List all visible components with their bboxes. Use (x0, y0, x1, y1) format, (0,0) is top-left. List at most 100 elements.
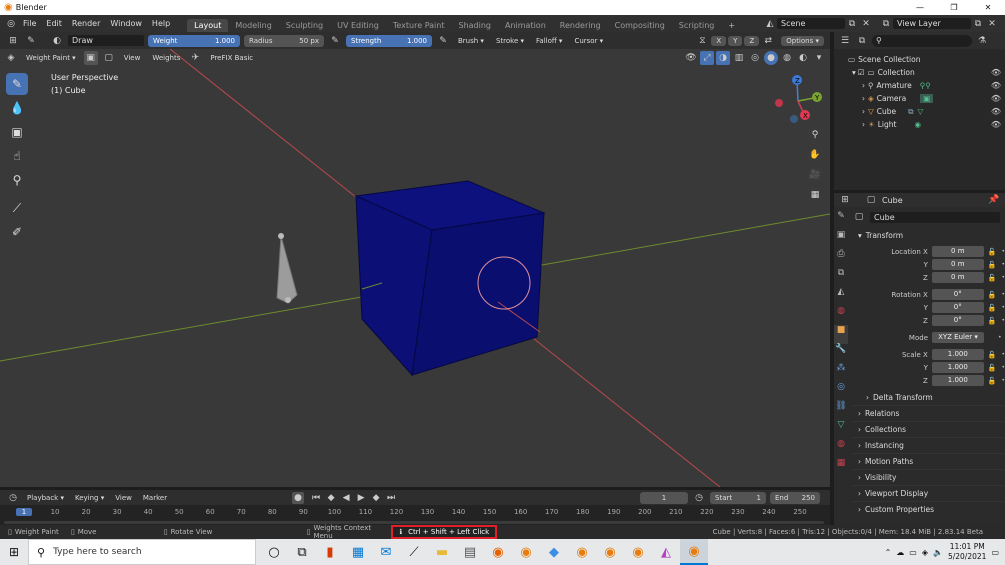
symmetry-x-toggle[interactable]: X (711, 35, 727, 46)
tab-rendering[interactable]: Rendering (553, 19, 608, 32)
lock-icon[interactable]: 🔓 (988, 304, 997, 312)
delta-transform-header[interactable]: › Delta Transform (852, 389, 1005, 405)
scene-collection-row[interactable]: ▭ Scene Collection (848, 53, 1005, 66)
menu-window[interactable]: Window (105, 19, 147, 28)
view-layer-name[interactable]: View Layer (893, 18, 971, 29)
keyframe-dot[interactable]: • (1001, 317, 1005, 324)
maximize-button[interactable]: ❐ (937, 3, 971, 12)
strength-pressure-icon[interactable]: ✎ (436, 34, 450, 48)
file-explorer-icon[interactable]: ▬ (428, 539, 456, 565)
blender-app-icon-4[interactable]: ◉ (624, 539, 652, 565)
scale-z-field[interactable]: 1.000 (931, 375, 984, 386)
gradient-tool-button[interactable]: ⟋ (6, 197, 28, 219)
symmetry-options-icon[interactable]: ⇄ (761, 34, 775, 48)
end-frame-field[interactable]: End 250 (770, 491, 820, 504)
eye-icon[interactable]: 👁 (991, 107, 1001, 116)
camera-view-icon[interactable]: 🎥 (807, 167, 823, 183)
tab-texture-paint[interactable]: Texture Paint (386, 19, 452, 32)
face-mask-icon[interactable]: ▣ (83, 50, 98, 65)
cube-right-face[interactable] (411, 212, 545, 376)
eye-icon[interactable]: 👁 (991, 81, 1001, 90)
custom-properties-panel-header[interactable]: › Custom Properties (852, 501, 1005, 517)
outliner-item-camera[interactable]: › ◈ Camera ▣ 👁 (848, 92, 1005, 105)
task-view-icon[interactable]: ⧉ (288, 539, 316, 565)
navigation-gizmo[interactable]: Z Y X (770, 71, 826, 127)
brush-tool-icon[interactable]: ✎ (24, 34, 38, 48)
blender-app-icon-3[interactable]: ◉ (596, 539, 624, 565)
expand-arrow-icon[interactable]: ▾ (852, 68, 856, 77)
prefix-basic-menu[interactable]: PreFIX Basic (206, 54, 257, 62)
texture-tab-icon[interactable]: ▦ (834, 458, 848, 477)
menu-render[interactable]: Render (67, 19, 105, 28)
mail-icon[interactable]: ✉ (372, 539, 400, 565)
blender-app-icon-2[interactable]: ◉ (568, 539, 596, 565)
blender-app-icon-1[interactable]: ◉ (512, 539, 540, 565)
scene-name[interactable]: Scene (777, 18, 845, 29)
taskbar-search-box[interactable]: ⚲ Type here to search (28, 539, 256, 565)
overlay-toggle-icon[interactable]: ◑ (716, 50, 730, 65)
falloff-menu[interactable]: Falloff ▾ (532, 37, 566, 45)
firefox-icon[interactable]: ◉ (484, 539, 512, 565)
keyframe-dot[interactable]: • (1001, 377, 1005, 384)
average-tool-button[interactable]: ▣ (6, 121, 28, 143)
editor-type-icon[interactable]: ⊞ (6, 34, 20, 48)
eye-icon[interactable]: 👁 (991, 120, 1001, 129)
armature-bone[interactable] (276, 235, 298, 304)
weights-menu[interactable]: Weights (148, 54, 184, 62)
menu-help[interactable]: Help (147, 19, 175, 28)
playhead-frame[interactable]: 1 (16, 508, 32, 516)
collections-panel-header[interactable]: › Collections (852, 421, 1005, 437)
tab-animation[interactable]: Animation (498, 19, 553, 32)
cursor-menu[interactable]: Cursor ▾ (570, 37, 607, 45)
material-shading-icon[interactable]: ◍ (780, 51, 794, 65)
brush-menu[interactable]: Brush ▾ (454, 37, 488, 45)
jump-start-icon[interactable]: ⏮ (309, 491, 323, 505)
radius-field[interactable]: Radius 50 px (244, 34, 324, 47)
expand-arrow-icon[interactable]: › (862, 94, 865, 103)
play-icon[interactable]: ▶ (354, 491, 368, 505)
tab-uv-editing[interactable]: UV Editing (330, 19, 386, 32)
delete-scene-icon[interactable]: ✕ (859, 17, 873, 31)
playback-menu[interactable]: Playback ▾ (23, 494, 68, 502)
eye-icon[interactable]: 👁 (991, 68, 1001, 77)
world-tab-icon[interactable]: ◍ (834, 306, 848, 325)
affinity-icon[interactable]: ◭ (652, 539, 680, 565)
solid-shading-icon[interactable]: ● (764, 50, 778, 65)
calculator-icon[interactable]: ▤ (456, 539, 484, 565)
play-reverse-icon[interactable]: ◀ (339, 491, 353, 505)
inkscape-icon[interactable]: ⟋ (400, 539, 428, 565)
visibility-icon[interactable]: 👁 (684, 51, 698, 65)
blender-menu-icon[interactable]: ◎ (4, 17, 18, 31)
keyframe-dot[interactable]: • (998, 334, 1002, 341)
outliner-editor-icon[interactable]: ☰ (838, 34, 852, 48)
location-z-field[interactable]: 0 m (931, 272, 984, 283)
vertex-mask-icon[interactable]: ▢ (102, 51, 116, 65)
brush-name-field[interactable]: Draw (68, 35, 144, 46)
menu-edit[interactable]: Edit (41, 19, 67, 28)
keyframe-dot[interactable]: • (1001, 364, 1005, 371)
outliner-item-armature[interactable]: › ⚲ Armature ⚲⚲ 👁 (848, 79, 1005, 92)
minimize-button[interactable]: — (903, 3, 937, 12)
display-mode-icon[interactable]: ⧉ (855, 34, 869, 48)
keying-menu[interactable]: Keying ▾ (71, 494, 108, 502)
tab-compositing[interactable]: Compositing (608, 19, 672, 32)
scale-y-field[interactable]: 1.000 (931, 362, 984, 373)
object-tab-icon[interactable]: ■ (834, 325, 848, 344)
stopwatch-icon[interactable]: ◷ (692, 491, 706, 505)
output-tab-icon[interactable]: ⎙ (834, 249, 848, 268)
lock-icon[interactable]: 🔓 (988, 317, 997, 325)
data-tab-icon[interactable]: ▽ (834, 420, 848, 439)
record-icon[interactable]: ● (292, 491, 305, 504)
visibility-panel-header[interactable]: › Visibility (852, 469, 1005, 485)
keyframe-dot[interactable]: • (1001, 248, 1005, 255)
office-icon[interactable]: ▮ (316, 539, 344, 565)
mode-selector[interactable]: Weight Paint ▾ (22, 54, 80, 62)
rotation-y-field[interactable]: 0° (931, 302, 984, 313)
brush-preview-icon[interactable]: ◐ (50, 34, 64, 48)
timeline-view-menu[interactable]: View (111, 494, 136, 502)
current-frame-field[interactable]: 1 (640, 491, 688, 504)
tab-shading[interactable]: Shading (451, 19, 498, 32)
view-layer-tab-icon[interactable]: ⧉ (834, 268, 848, 287)
scene-tab-icon[interactable]: ◭ (834, 287, 848, 306)
expand-arrow-icon[interactable]: › (862, 107, 865, 116)
